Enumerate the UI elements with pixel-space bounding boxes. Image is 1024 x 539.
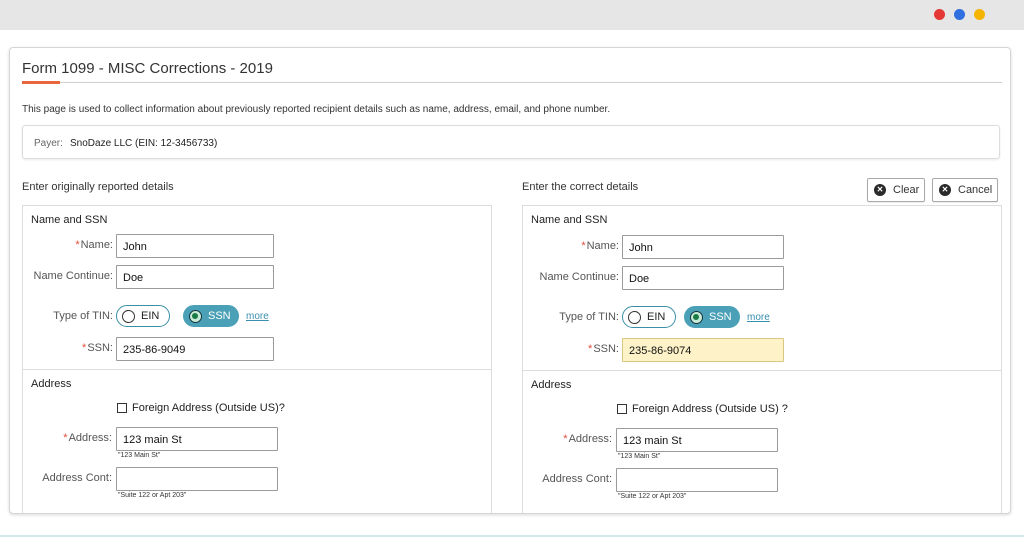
correct-details-heading: Enter the correct details [522, 181, 639, 193]
name-ssn-group-title: Name and SSN [531, 214, 608, 226]
close-circle-icon: ✕ [874, 184, 886, 196]
address-cont-input[interactable] [116, 467, 278, 491]
section-divider [23, 369, 491, 370]
payer-box: Payer: SnoDaze LLC (EIN: 12-3456733) [22, 125, 1000, 159]
name-label: *Name: [581, 240, 619, 252]
foreign-address-checkbox[interactable]: Foreign Address (Outside US)? [117, 402, 285, 414]
name-continue-label: Name Continue: [33, 270, 114, 282]
tin-ein-option[interactable]: EIN [622, 306, 676, 328]
address-input[interactable]: 123 main St [116, 427, 278, 451]
name-input[interactable]: John [116, 234, 274, 258]
ssn-label: *SSN: [588, 343, 619, 355]
yellow-dot [974, 9, 985, 20]
tin-ssn-option[interactable]: SSN [183, 305, 239, 327]
browser-top-bar [0, 0, 1024, 30]
clear-button-label: Clear [893, 184, 920, 196]
section-divider [523, 370, 1001, 371]
original-details-panel: Name and SSN *Name: John Name Continue: … [22, 205, 492, 513]
ssn-label: *SSN: [82, 342, 113, 354]
name-ssn-group-title: Name and SSN [31, 214, 108, 226]
blue-dot [954, 9, 965, 20]
cancel-button[interactable]: ✕ Cancel [932, 178, 998, 202]
address-label: *Address: [563, 433, 612, 445]
name-label: *Name: [75, 239, 113, 251]
cancel-button-label: Cancel [958, 184, 993, 196]
name-continue-label: Name Continue: [539, 271, 620, 283]
tin-ein-label: EIN [141, 310, 160, 322]
tin-ssn-option[interactable]: SSN [684, 306, 740, 328]
radio-checked-icon [189, 309, 202, 323]
address-cont-input[interactable] [616, 468, 778, 492]
address-cont-hint: "Suite 122 or Apt 203" [118, 492, 187, 499]
title-divider [22, 82, 1002, 83]
address-cont-hint: "Suite 122 or Apt 203" [618, 493, 687, 500]
bottom-divider [0, 535, 1024, 537]
checkbox-icon [117, 403, 127, 413]
corrections-card: Form 1099 - MISC Corrections - 2019 This… [9, 47, 1011, 514]
correct-details-panel: Name and SSN *Name: John Name Continue: … [522, 205, 1002, 513]
clear-button[interactable]: ✕ Clear [867, 178, 925, 202]
tin-ein-label: EIN [647, 311, 666, 323]
foreign-address-label: Foreign Address (Outside US) ? [632, 403, 788, 415]
address-input[interactable]: 123 main St [616, 428, 778, 452]
tin-more-link[interactable]: more [747, 312, 770, 323]
title-accent-bar [22, 81, 60, 84]
address-cont-label: Address Cont: [542, 473, 612, 485]
checkbox-icon [617, 404, 627, 414]
foreign-address-label: Foreign Address (Outside US)? [132, 402, 285, 414]
tin-ein-option[interactable]: EIN [116, 305, 170, 327]
address-label: *Address: [63, 432, 112, 444]
payer-label: Payer: [34, 138, 63, 149]
payer-value: SnoDaze LLC (EIN: 12-3456733) [70, 138, 218, 149]
address-group-title: Address [31, 378, 72, 390]
radio-unchecked-icon [628, 310, 641, 324]
foreign-address-checkbox[interactable]: Foreign Address (Outside US) ? [617, 403, 788, 415]
name-continue-input[interactable]: Doe [116, 265, 274, 289]
address-group-title: Address [531, 379, 572, 391]
radio-unchecked-icon [122, 309, 135, 323]
address-hint: "123 Main St" [118, 452, 161, 459]
name-continue-input[interactable]: Doe [622, 266, 784, 290]
original-details-heading: Enter originally reported details [22, 181, 174, 193]
tin-type-label: Type of TIN: [53, 310, 113, 322]
close-circle-icon: ✕ [939, 184, 951, 196]
red-dot [934, 9, 945, 20]
name-input[interactable]: John [622, 235, 784, 259]
tin-ssn-label: SSN [208, 310, 231, 322]
page-title: Form 1099 - MISC Corrections - 2019 [22, 60, 273, 77]
tin-more-link[interactable]: more [246, 311, 269, 322]
ssn-input-changed[interactable]: 235-86-9074 [622, 338, 784, 362]
address-hint: "123 Main St" [618, 453, 661, 460]
page-description: This page is used to collect information… [22, 104, 611, 115]
radio-checked-icon [690, 310, 703, 324]
ssn-input[interactable]: 235-86-9049 [116, 337, 274, 361]
tin-type-label: Type of TIN: [559, 311, 619, 323]
address-cont-label: Address Cont: [42, 472, 112, 484]
tin-ssn-label: SSN [709, 311, 732, 323]
